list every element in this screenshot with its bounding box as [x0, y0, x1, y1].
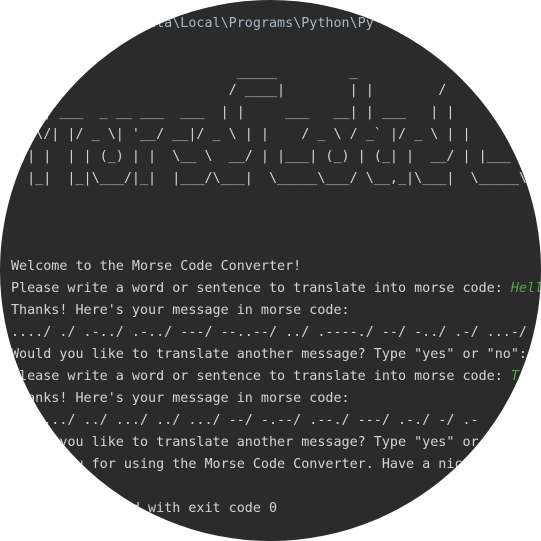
- screenshot-frame: C:\Users\...\AppData\Local\Programs\Pyth…: [0, 0, 541, 541]
- prompt-line-2: Please write a word or sentence to trans…: [11, 366, 527, 388]
- prompt-text-2: Please write a word or sentence to trans…: [11, 369, 511, 384]
- command-path: C:\Users\...\AppData\Local\Programs\Pyth…: [11, 16, 374, 31]
- exit-status: Process finished with exit code 0: [11, 501, 278, 516]
- banner-line-6: |_| |_|\___/|_| |___/\___| \_____\___/ \…: [11, 171, 536, 186]
- thanks-text-1: Thanks! Here's your message in morse cod…: [11, 303, 350, 318]
- goodbye-text: Thank you for using the Morse Code Conve…: [11, 457, 487, 472]
- banner-line-4: |\/| |/ _ \| '__/ __|/ _ \ | | / _ \ / _…: [11, 127, 471, 142]
- morse-output-2: -/ ..../ ../ .../ ../ .../ --/ -.--/ .--…: [11, 413, 479, 428]
- banner-line-5: | | | | (_) | | \__ \ __/ | |___| (_) | …: [11, 149, 511, 164]
- again-prompt-2: Would you like to translate another mess…: [11, 435, 479, 450]
- run-console: C:\Users\...\AppData\Local\Programs\Pyth…: [0, 0, 541, 541]
- banner-line-2: | / ____| | | /: [11, 83, 447, 98]
- console-output[interactable]: C:\Users\...\AppData\Local\Programs\Pyth…: [0, 0, 541, 541]
- user-input-1: Hell: [510, 281, 541, 296]
- prompt-text-1: Please write a word or sentence to trans…: [11, 281, 511, 296]
- thanks-text-2: Thanks! Here's your message in morse cod…: [11, 391, 350, 406]
- prompt-line-1: Please write a word or sentence to trans…: [11, 278, 541, 300]
- morse-output-1: ..../ ./ .-../ .-../ ---/ --..--/ ../ .-…: [11, 325, 527, 340]
- user-input-2: Th: [510, 369, 527, 384]
- welcome-text: Welcome to the Morse Code Converter!: [11, 259, 302, 274]
- banner-line-3: / | ___ _ __ ___ ___ | | ___ __| | ___ |…: [11, 105, 455, 120]
- again-prompt-1: Would you like to translate another mess…: [11, 347, 527, 362]
